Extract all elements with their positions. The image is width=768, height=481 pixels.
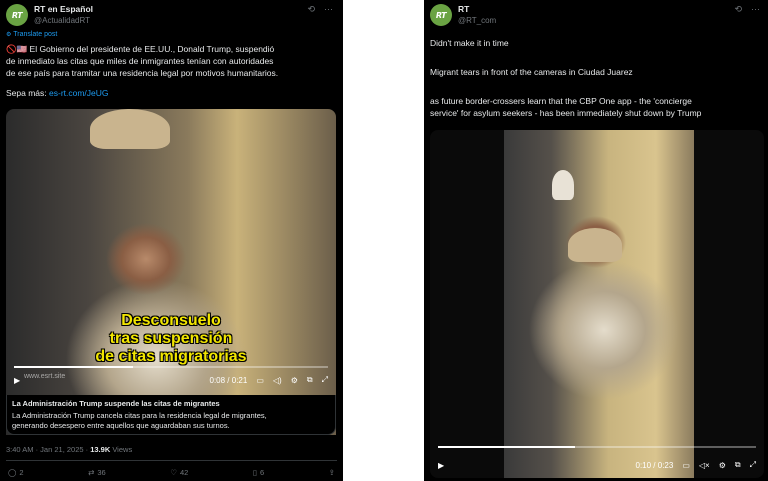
caption-line: de citas migratorias (95, 348, 247, 365)
play-icon[interactable]: ▶ (14, 376, 20, 385)
video-frame-subject (568, 228, 622, 262)
share-button[interactable]: ⇪ (329, 468, 335, 477)
more-icon[interactable]: ··· (324, 4, 333, 15)
bookmark-button[interactable]: ▯ 6 (253, 468, 264, 477)
tweet-text: Didn't make it in time Migrant tears in … (430, 37, 764, 119)
post-timestamp[interactable]: 3:40 AM · Jan 21, 2025 · (6, 445, 90, 454)
share-icon: ⇪ (328, 468, 335, 477)
left-post-header: RT RT en Español @ActualidadRT (6, 4, 93, 26)
translate-post-link[interactable]: ⚙ Translate post (6, 31, 57, 38)
like-button[interactable]: ♡ 42 (170, 468, 188, 477)
display-name[interactable]: RT (458, 4, 496, 15)
tweet-text-line: service' for asylum seekers - has been i… (430, 108, 702, 118)
video-player[interactable]: ▶ 0:10 / 0:23 ▭ ◁× ⚙ ⧉ ⤢ (430, 130, 764, 478)
see-more-line: Sepa más: es-rt.com/JeUG (6, 87, 340, 99)
settings-icon[interactable]: ⚙ (719, 461, 726, 470)
caption-line: Desconsuelo (121, 312, 221, 329)
bookmark-icon: ▯ (252, 468, 257, 477)
video-time: 0:08 / 0:21 (209, 375, 248, 385)
play-icon[interactable]: ▶ (438, 461, 444, 470)
captions-icon[interactable]: ▭ (682, 461, 690, 470)
post-meta: 3:40 AM · Jan 21, 2025 · 13.9K Views (6, 445, 132, 454)
grok-icon[interactable]: ⟲ (307, 4, 315, 15)
tweet-text: 🚫🇺🇸 El Gobierno del presidente de EE.UU.… (6, 43, 340, 99)
video-frame (504, 130, 694, 478)
tweet-text-line: Didn't make it in time (430, 38, 509, 48)
display-name[interactable]: RT en Español (34, 4, 93, 15)
video-progress-bar[interactable] (438, 446, 756, 448)
right-post-header: RT RT @RT_com (430, 4, 496, 26)
reply-button[interactable]: ◯ 2 (8, 468, 24, 477)
caption-line: tras suspensión (109, 330, 233, 347)
grok-icon[interactable]: ⟲ (734, 4, 742, 15)
views-label: Views (110, 445, 133, 454)
avatar[interactable]: RT (6, 4, 28, 26)
divider (6, 460, 337, 461)
bookmark-count: 6 (259, 468, 265, 477)
handle[interactable]: @ActualidadRT (34, 15, 93, 26)
repost-button[interactable]: ⇄ 36 (88, 468, 106, 477)
volume-icon[interactable]: ◁) (273, 376, 282, 385)
card-description: La Administración Trump cancela citas pa… (12, 411, 267, 420)
video-time: 0:10 / 0:23 (635, 460, 674, 470)
video-frame-subject (90, 109, 170, 149)
settings-icon[interactable]: ⚙ (291, 376, 298, 385)
like-count: 42 (179, 468, 189, 477)
video-progress-fill (14, 366, 134, 368)
video-progress-bar[interactable] (14, 366, 328, 368)
reply-count: 2 (19, 468, 24, 477)
handle[interactable]: @RT_com (458, 15, 496, 26)
repost-count: 36 (97, 468, 106, 477)
left-post: RT RT en Español @ActualidadRT ⟲ ··· ⚙ T… (0, 0, 343, 481)
tweet-text-line: Migrant tears in front of the cameras in… (430, 67, 633, 77)
video-progress-fill (438, 446, 575, 448)
link-card-text[interactable]: La Administración Trump suspende las cit… (12, 399, 332, 431)
article-link[interactable]: es-rt.com/JeUG (49, 88, 109, 98)
action-bar: ◯ 2 ⇄ 36 ♡ 42 ▯ 6 ⇪ (8, 468, 335, 477)
see-more-label: Sepa más: (6, 88, 47, 98)
video-player[interactable]: Desconsuelo tras suspensión de citas mig… (6, 109, 336, 435)
captions-icon[interactable]: ▭ (256, 376, 264, 385)
more-icon[interactable]: ··· (751, 4, 760, 15)
card-description: generando desespero entre aquellos que a… (12, 421, 230, 430)
tweet-text-line: de ese país para tramitar una residencia… (6, 68, 279, 78)
avatar[interactable]: RT (430, 4, 452, 26)
pip-icon[interactable]: ⧉ (307, 375, 313, 385)
reply-icon: ◯ (8, 468, 17, 477)
card-title[interactable]: La Administración Trump suspende las cit… (12, 399, 332, 409)
tweet-text-line: de inmediato las citas que miles de inmi… (6, 56, 274, 66)
tweet-text-line: 🚫🇺🇸 El Gobierno del presidente de EE.UU.… (6, 44, 275, 54)
heart-icon: ♡ (170, 468, 177, 477)
right-post: RT RT @RT_com ⟲ ··· Didn't make it in ti… (424, 0, 768, 481)
fullscreen-icon[interactable]: ⤢ (322, 375, 328, 385)
tweet-text-line: as future border-crossers learn that the… (430, 96, 692, 106)
video-caption: Desconsuelo tras suspensión de citas mig… (6, 312, 336, 366)
volume-icon[interactable]: ◁× (699, 461, 710, 470)
pip-icon[interactable]: ⧉ (735, 460, 741, 470)
repost-icon: ⇄ (88, 468, 95, 477)
views-count: 13.9K (90, 445, 111, 454)
video-frame-subject (552, 170, 574, 200)
fullscreen-icon[interactable]: ⤢ (750, 460, 756, 470)
